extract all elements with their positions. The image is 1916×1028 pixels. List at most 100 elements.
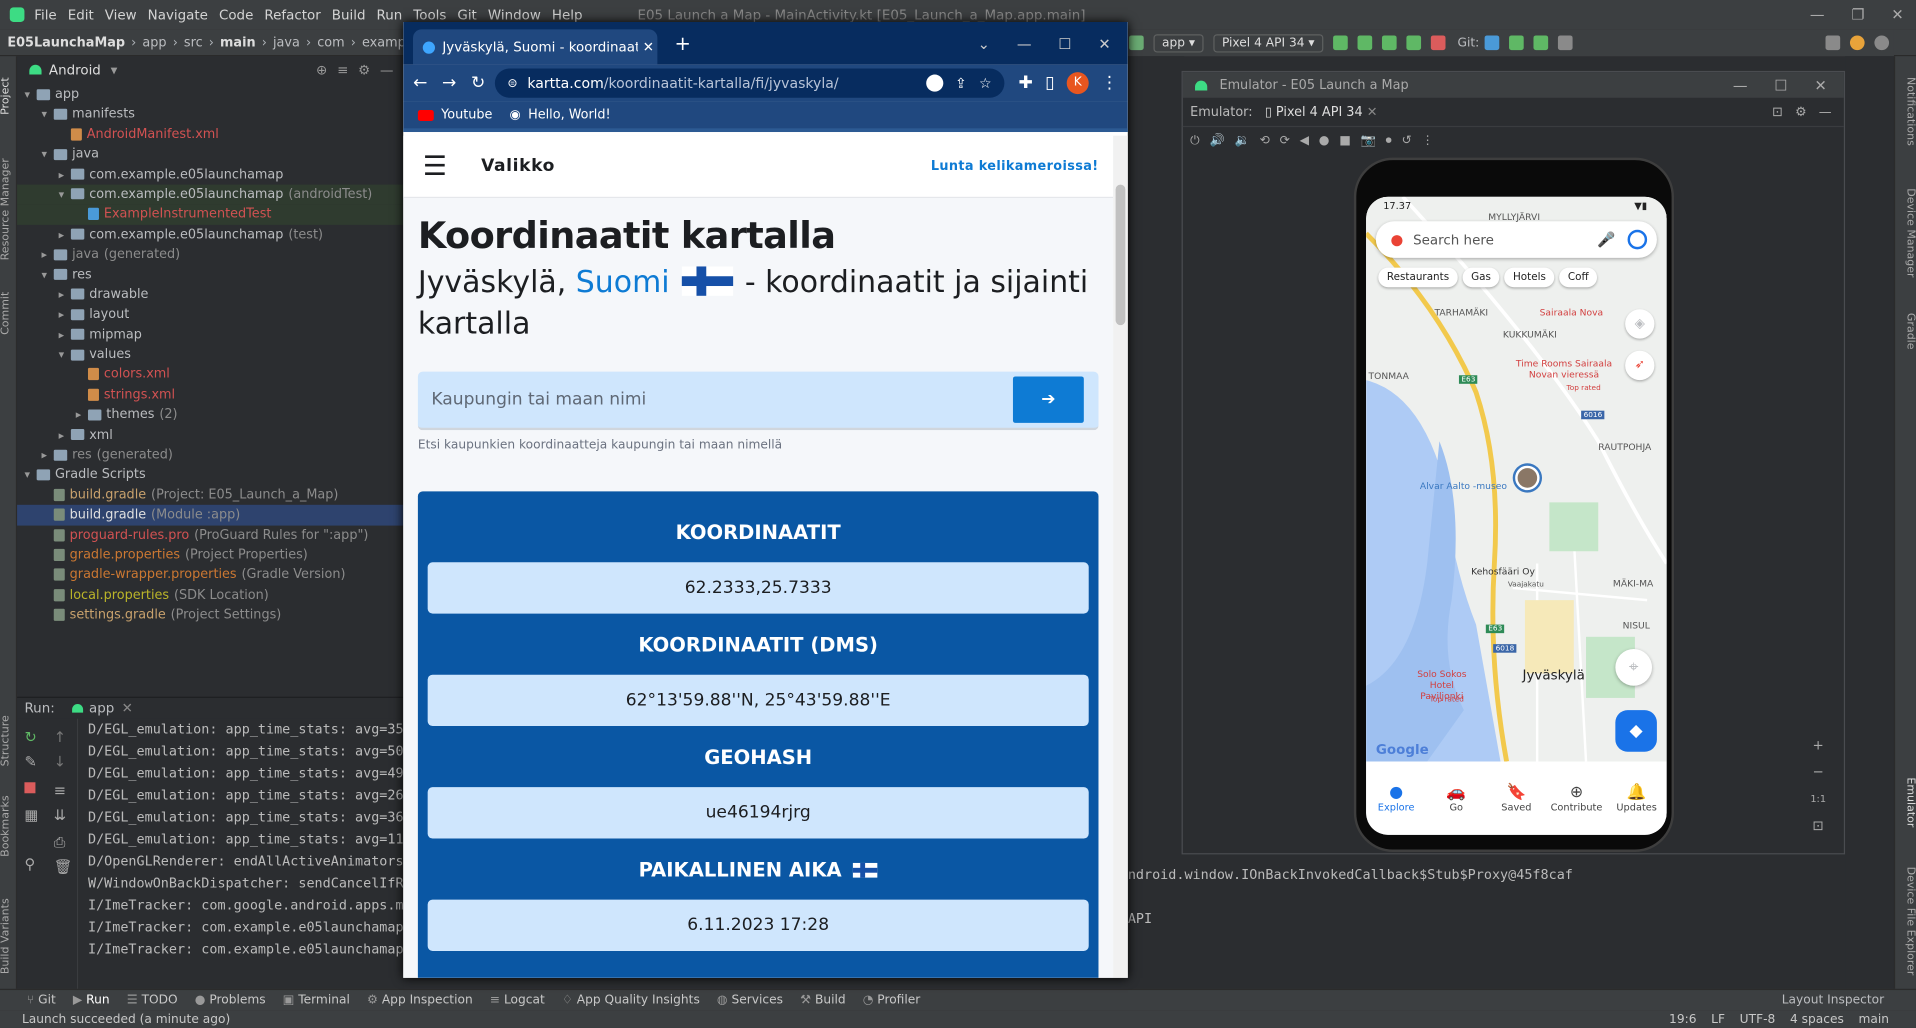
chevron-icon[interactable]: ▸ [59,326,71,346]
collapse-icon[interactable]: ≡ [337,62,348,78]
chevron-icon[interactable]: ▸ [59,306,71,326]
stop-icon[interactable] [24,782,36,794]
menu-code[interactable]: Code [219,7,253,23]
chevron-icon[interactable]: ▾ [42,146,54,166]
camera-icon[interactable]: 📷 [1361,134,1376,147]
indent-setting[interactable]: 4 spaces [1790,1013,1844,1026]
breadcrumb-java[interactable]: java [273,35,300,50]
coordinates-dms-value[interactable]: 62°13'59.88''N, 25°43'59.88''E [427,674,1089,727]
tool-tab-app-inspection[interactable]: ⚙ App Inspection [367,994,473,1007]
scrollbar-thumb[interactable] [1115,184,1126,326]
menu-navigate[interactable]: Navigate [148,7,208,23]
rotate-left-icon[interactable]: ⟲ [1260,134,1270,147]
rotate-right-icon[interactable]: ⟳ [1280,134,1290,147]
chevron-icon[interactable]: ▾ [59,346,71,366]
reload-icon[interactable]: ↻ [471,73,485,93]
tree-item[interactable]: ▸ res (generated) [17,445,403,465]
museum-pin-icon[interactable] [1515,465,1540,491]
coordinates-value[interactable]: 62.2333,25.7333 [427,562,1089,614]
target-icon[interactable]: ⊕ [316,62,327,78]
tab-device-file-explorer[interactable]: Device File Explorer [1899,857,1916,985]
tab-resource-manager[interactable]: Resource Manager [0,142,17,276]
maximize-icon[interactable]: ☐ [1058,35,1071,52]
browser-tab[interactable]: Jyväskylä, Suomi - koordinaatit ja ✕ [413,29,658,65]
tree-item[interactable]: proguard-rules.pro (ProGuard Rules for ":… [17,525,403,545]
tool-tab-git[interactable]: ⑂ Git [27,994,56,1007]
forward-icon[interactable]: → [442,73,456,93]
tool-tab-problems[interactable]: ● Problems [195,994,266,1007]
record-icon[interactable]: ⏺ [1386,134,1392,147]
chevron-icon[interactable]: ▾ [59,186,71,206]
site-info-icon[interactable]: ⊜ [507,76,517,89]
tree-item[interactable]: gradle.properties (Project Properties) [17,545,403,565]
gear-icon[interactable]: ⚙ [1795,105,1807,120]
tool-tab-build[interactable]: ⚒ Build [800,994,846,1007]
git-commit-icon[interactable] [1508,35,1524,51]
minimize-icon[interactable]: — [1733,76,1748,93]
hide-icon[interactable]: — [380,62,393,78]
chevron-icon[interactable]: ▸ [42,246,54,266]
close-icon[interactable]: ✕ [1098,35,1110,52]
tool-tab-todo[interactable]: ☰ TODO [127,994,178,1007]
volume-up-icon[interactable]: 🔊 [1210,134,1225,147]
chevron-icon[interactable]: ▸ [59,226,71,246]
pin-icon[interactable]: ⚲ [24,856,35,873]
layout-inspector-tab[interactable]: Layout Inspector [1782,994,1884,1007]
trash-icon[interactable]: 🗑 [54,858,73,875]
tree-item[interactable]: ▾ values [17,345,403,365]
tab-structure[interactable]: Structure [0,704,17,777]
menu-window[interactable]: Window [488,7,541,23]
run-config-select[interactable]: app ▾ [1153,33,1204,52]
google-maps-view[interactable]: 17.37 ▼▮ ● Search here 🎤 Restaurants Gas… [1366,196,1667,762]
chevron-icon[interactable]: ▾ [24,86,36,106]
tab-device-manager[interactable]: Device Manager [1899,178,1916,288]
settings-icon[interactable] [1874,35,1890,51]
zoom-in-icon[interactable]: + [1810,732,1827,759]
window-icon[interactable]: ⊡ [1772,105,1783,120]
chevron-icon[interactable]: ▾ [42,266,54,286]
chip-coffee[interactable]: Coff [1559,267,1598,288]
menu-refactor[interactable]: Refactor [264,7,320,23]
tool-tab-run[interactable]: ▶ Run [73,994,110,1007]
tab-emulator[interactable]: Emulator [1899,765,1916,838]
side-panel-icon[interactable]: ▯ [1045,73,1054,93]
git-update-icon[interactable] [1484,35,1499,51]
file-encoding[interactable]: UTF-8 [1740,1013,1776,1026]
close-icon[interactable]: ✕ [643,39,654,55]
tree-item[interactable]: ▾ Gradle Scripts [17,465,403,485]
more-icon[interactable]: ⋮ [1421,134,1433,147]
rerun-icon[interactable]: ↻ [24,728,36,745]
directions-icon[interactable]: ◆ [1615,710,1657,752]
tab-gradle[interactable]: Gradle [1899,301,1916,362]
city-search-input[interactable]: Kaupungin tai maan nimi [431,390,1013,410]
tab-notifications[interactable]: Notifications [1899,68,1916,154]
git-push-icon[interactable] [1533,35,1548,51]
nav-saved[interactable]: 🔖 Saved [1486,783,1546,812]
tree-item[interactable]: ▸ themes (2) [17,405,403,425]
wrench-icon[interactable]: ✎ [24,753,36,770]
reset-icon[interactable]: ↺ [1401,134,1411,147]
nav-contribute[interactable]: ⊕ Contribute [1546,783,1606,812]
extensions-icon[interactable]: ✚ [1019,73,1033,93]
menu-view[interactable]: View [105,7,137,23]
chevron-icon[interactable]: ▾ [42,106,54,126]
chevron-icon[interactable]: ▸ [59,166,71,186]
run-icon[interactable] [1332,35,1348,51]
close-icon[interactable]: ✕ [122,700,133,716]
layers-icon[interactable]: ◈ [1625,309,1655,339]
tree-item[interactable]: build.gradle (Module :app) [17,505,404,526]
search-button[interactable]: ➔ [1012,376,1084,423]
search-icon[interactable] [1825,35,1841,51]
tree-item[interactable]: ▾ java [17,144,403,164]
volume-down-icon[interactable]: 🔉 [1235,134,1250,147]
tree-item[interactable]: build.gradle (Project: E05_Launch_a_Map) [17,485,403,505]
tree-item[interactable]: ▸ xml [17,425,403,445]
tree-item[interactable]: ▸ com.example.e05launchamap [17,164,403,184]
overview-icon[interactable]: ■ [1339,134,1351,147]
breadcrumb-com[interactable]: com [317,35,344,50]
tree-item[interactable]: AndroidManifest.xml [17,124,403,144]
menu-file[interactable]: File [34,7,57,23]
tree-item[interactable]: strings.xml [17,385,403,405]
hammer-icon[interactable] [1129,35,1144,51]
maximize-icon[interactable]: ☐ [1774,76,1787,93]
